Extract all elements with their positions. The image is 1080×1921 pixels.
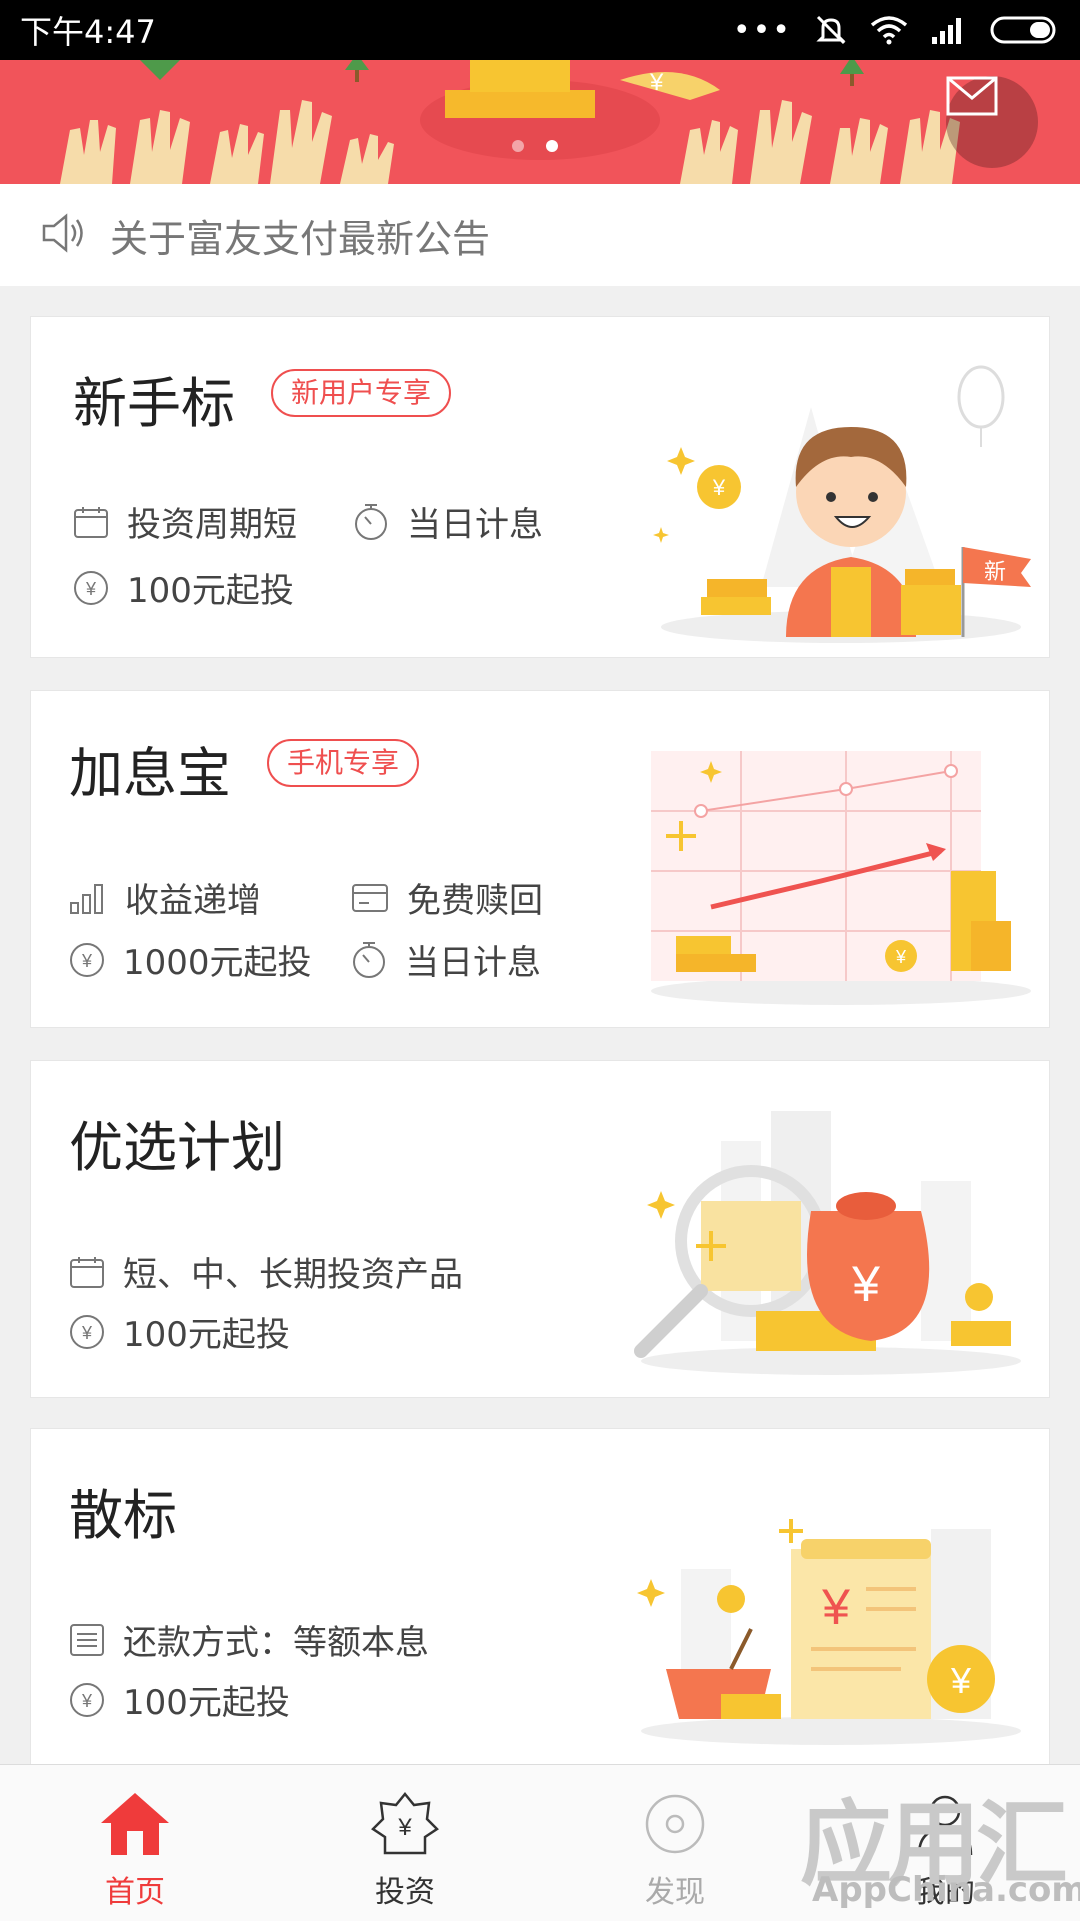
feature-text: 100元起投 — [123, 1315, 290, 1355]
feature-text: 免费赎回 — [407, 881, 543, 921]
calendar-icon — [73, 505, 109, 539]
feature-item: 收益递增 — [69, 873, 261, 922]
feature-text: 收益递增 — [125, 881, 261, 921]
rising-chart-illustration: ¥ — [651, 751, 1031, 1005]
svg-text:¥: ¥ — [397, 1814, 412, 1841]
tab-invest[interactable]: ¥ 投资 — [325, 1783, 485, 1911]
tab-discover[interactable]: 发现 — [595, 1783, 755, 1911]
feature-item: 当日计息 — [353, 497, 543, 546]
mail-button[interactable] — [946, 76, 1038, 168]
speaker-icon — [40, 211, 86, 259]
discover-icon — [642, 1791, 708, 1861]
yuan-coin-icon: ¥ — [69, 942, 105, 978]
card-title: 加息宝 — [69, 742, 231, 805]
feature-text: 当日计息 — [405, 943, 541, 983]
feature-item: ¥ 1000元起投 — [69, 935, 312, 984]
svg-text:¥: ¥ — [81, 1691, 93, 1711]
feature-item: ¥ 100元起投 — [69, 1675, 290, 1724]
newbie-illustration: ¥ 新 — [653, 365, 1031, 643]
product-card-loans[interactable]: 散标 还款方式：等额本息 ¥ 100元起投 ¥ ¥ — [30, 1428, 1050, 1768]
svg-text:¥: ¥ — [821, 1579, 850, 1635]
svg-text:¥: ¥ — [85, 579, 97, 599]
svg-text:¥: ¥ — [950, 1660, 972, 1701]
bar-chart-icon — [69, 881, 107, 915]
status-time: 下午4:47 — [20, 13, 156, 51]
more-dots-icon: ••• — [732, 12, 792, 48]
card-tag: 新用户专享 — [271, 369, 452, 417]
announcement-text: 关于富友支付最新公告 — [110, 216, 491, 261]
yuan-coin-icon: ¥ — [69, 1314, 105, 1350]
feature-item: 当日计息 — [351, 935, 541, 984]
wifi-icon — [870, 15, 908, 45]
status-icons: ••• — [733, 13, 1060, 48]
card-title: 新手标 — [73, 372, 235, 435]
feature-text: 还款方式：等额本息 — [123, 1623, 429, 1663]
product-card-selected-plan[interactable]: 优选计划 短、中、长期投资产品 ¥ 100元起投 ¥ — [30, 1060, 1050, 1398]
product-card-newbie[interactable]: 新手标 新用户专享 投资周期短 当日计息 ¥ 100元起投 ¥ 新 — [30, 316, 1050, 658]
feature-item: 还款方式：等额本息 — [69, 1615, 429, 1664]
tab-label: 投资 — [375, 1875, 435, 1910]
feature-text: 投资周期短 — [127, 505, 297, 545]
card-title: 优选计划 — [69, 1116, 285, 1179]
invest-icon: ¥ — [371, 1791, 439, 1861]
contract-illustration: ¥ ¥ — [637, 1519, 1021, 1745]
banner-pager — [512, 140, 558, 152]
card-title: 散标 — [69, 1484, 177, 1547]
card-icon — [351, 883, 389, 913]
svg-text:¥: ¥ — [712, 475, 726, 500]
yuan-coin-icon: ¥ — [69, 1682, 105, 1718]
feature-text: 当日计息 — [407, 505, 543, 545]
product-card-bonus[interactable]: 加息宝 手机专享 收益递增 免费赎回 ¥ 1000元起投 当日计息 ¥ — [30, 690, 1050, 1028]
flag-text: 新 — [984, 560, 1006, 585]
svg-text:¥: ¥ — [81, 951, 93, 971]
card-tag: 手机专享 — [267, 739, 420, 787]
feature-item: ¥ 100元起投 — [73, 563, 294, 612]
banner-dot[interactable] — [512, 140, 524, 152]
tab-home[interactable]: 首页 — [55, 1783, 215, 1911]
feature-text: 100元起投 — [127, 571, 294, 611]
stopwatch-icon — [351, 941, 387, 979]
money-bag-illustration: ¥ — [634, 1111, 1021, 1375]
announcement-bar[interactable]: 关于富友支付最新公告 — [0, 184, 1080, 286]
svg-text:¥: ¥ — [851, 1256, 880, 1312]
feature-item: ¥ 100元起投 — [69, 1307, 290, 1356]
stopwatch-icon — [353, 503, 389, 541]
yuan-coin-icon: ¥ — [73, 570, 109, 606]
feature-text: 100元起投 — [123, 1683, 290, 1723]
svg-text:¥: ¥ — [649, 69, 664, 96]
promo-banner[interactable]: ¥ — [0, 60, 1080, 184]
feature-item: 短、中、长期投资产品 — [69, 1247, 463, 1296]
svg-text:¥: ¥ — [81, 1323, 93, 1343]
watermark-url: AppChina.com — [812, 1870, 1080, 1910]
banner-illustration: ¥ — [0, 60, 1080, 184]
tab-label: 发现 — [645, 1875, 705, 1910]
document-icon — [69, 1623, 105, 1657]
feature-text: 短、中、长期投资产品 — [123, 1255, 463, 1295]
feature-text: 1000元起投 — [123, 943, 312, 983]
feature-item: 免费赎回 — [351, 873, 543, 922]
banner-dot-active[interactable] — [546, 140, 558, 152]
feature-item: 投资周期短 — [73, 497, 297, 546]
calendar-icon — [69, 1255, 105, 1289]
signal-icon — [930, 15, 968, 45]
tab-label: 首页 — [105, 1875, 165, 1910]
status-bar: 下午4:47 ••• — [0, 0, 1080, 60]
svg-text:¥: ¥ — [895, 947, 907, 967]
mute-icon — [814, 13, 848, 47]
home-icon — [99, 1791, 171, 1861]
battery-icon — [990, 15, 1060, 45]
